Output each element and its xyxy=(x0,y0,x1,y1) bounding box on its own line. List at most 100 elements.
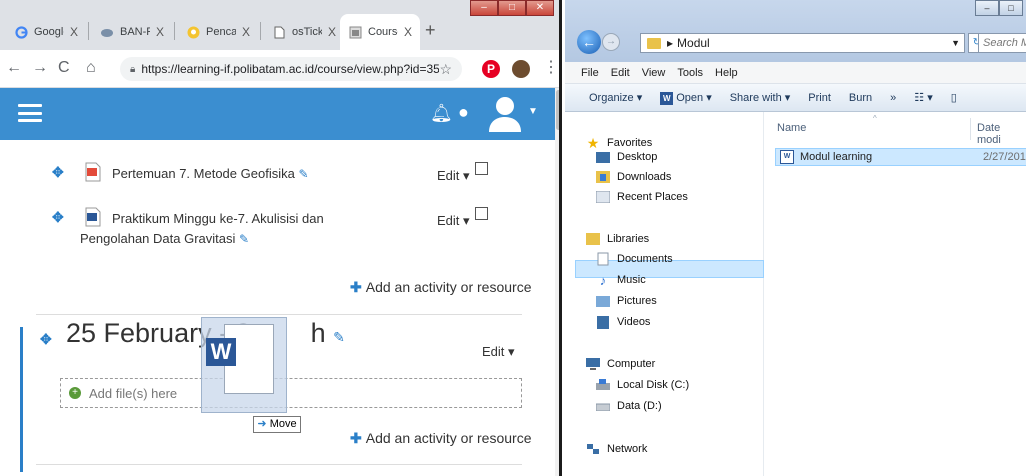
column-divider[interactable] xyxy=(970,118,971,140)
nav-videos[interactable]: Videos xyxy=(595,313,650,331)
more-commands-button[interactable]: » xyxy=(890,92,896,104)
chat-bubble-icon[interactable]: ● xyxy=(458,102,469,123)
tab-strip: Google X BAN-F X Pencar X osTick X Cours… xyxy=(0,0,559,50)
word-document-icon: W xyxy=(780,150,794,164)
minimize-button[interactable]: – xyxy=(975,0,999,16)
nav-local-disk[interactable]: Local Disk (C:) xyxy=(595,376,689,394)
tab-ban[interactable]: BAN-F X xyxy=(92,14,172,50)
menu-help[interactable]: Help xyxy=(715,67,738,79)
word-icon: W xyxy=(660,91,674,105)
edit-menu[interactable]: Edit ▾ xyxy=(482,344,515,360)
completion-checkbox[interactable] xyxy=(475,162,488,175)
address-bar[interactable]: ▸ Modul ▼ xyxy=(640,33,965,53)
network-icon xyxy=(585,442,601,456)
pencil-icon[interactable]: ✎ xyxy=(333,329,345,345)
edit-menu[interactable]: Edit ▾ xyxy=(437,213,470,229)
nav-downloads[interactable]: Downloads xyxy=(595,168,671,186)
nav-libraries[interactable]: Libraries xyxy=(585,230,649,248)
forward-arrow-icon[interactable]: → xyxy=(602,33,620,51)
maximize-button[interactable]: □ xyxy=(999,0,1023,16)
moodle-icon xyxy=(348,25,362,39)
music-icon: ♪ xyxy=(599,272,607,288)
column-header-date[interactable]: Date modi xyxy=(977,122,1026,146)
bell-icon[interactable]: 🔔︎ xyxy=(430,103,453,124)
scrollbar[interactable] xyxy=(555,88,559,476)
burn-button[interactable]: Burn xyxy=(849,92,872,104)
close-icon[interactable]: X xyxy=(70,25,78,39)
search-input[interactable]: Search Mo xyxy=(978,33,1026,53)
hard-drive-icon xyxy=(595,378,611,392)
menu-view[interactable]: View xyxy=(642,67,666,79)
kebab-menu-icon[interactable]: ⋮ xyxy=(543,57,559,77)
pencil-icon[interactable]: ✎ xyxy=(298,167,308,181)
extension-icon[interactable] xyxy=(512,60,530,78)
window-controls: – □ xyxy=(975,0,1023,16)
star-icon[interactable]: ☆ xyxy=(439,61,452,78)
nav-network[interactable]: Network xyxy=(585,440,647,458)
nav-computer[interactable]: Computer xyxy=(585,355,655,373)
open-button[interactable]: W Open ▾ xyxy=(660,91,712,105)
menu-edit[interactable]: Edit xyxy=(611,67,630,79)
file-row[interactable]: W Modul learning 2/27/2019 xyxy=(775,148,1026,166)
chevron-down-icon[interactable]: ▼ xyxy=(528,106,538,117)
file-name: Modul learning xyxy=(800,151,873,163)
pinterest-icon[interactable]: P xyxy=(482,60,500,78)
close-window-button[interactable]: ✕ xyxy=(526,0,554,16)
menu-file[interactable]: File xyxy=(581,67,599,79)
browser-toolbar: ← → C ⌂ 🔒︎ https://learning-if.polibatam… xyxy=(0,50,559,88)
home-icon[interactable]: ⌂ xyxy=(86,59,96,77)
nav-pictures[interactable]: Pictures xyxy=(595,292,657,310)
tab-title: osTick xyxy=(292,26,322,38)
tab-pencarian[interactable]: Pencar X xyxy=(178,14,258,50)
close-icon[interactable]: X xyxy=(328,25,336,39)
column-header-name[interactable]: Name xyxy=(777,122,806,134)
close-icon[interactable]: X xyxy=(242,25,250,39)
arrow-right-icon: ➜ xyxy=(257,418,267,430)
organize-button[interactable]: Organize ▾ xyxy=(589,91,642,104)
nav-desktop[interactable]: Desktop xyxy=(595,148,657,166)
tab-title: BAN-F xyxy=(120,26,150,38)
back-arrow-icon[interactable]: ← xyxy=(6,59,22,77)
move-handle-icon[interactable]: ✥ xyxy=(40,331,52,348)
move-handle-icon[interactable]: ✥ xyxy=(52,164,64,181)
maximize-button[interactable]: □ xyxy=(498,0,526,16)
close-icon[interactable]: X xyxy=(404,25,412,39)
tab-osticket[interactable]: osTick X xyxy=(264,14,344,50)
nav-documents[interactable]: Documents xyxy=(595,250,673,268)
google-icon xyxy=(14,25,28,39)
add-activity-link[interactable]: ✚ Add an activity or resource xyxy=(350,430,531,447)
pictures-icon xyxy=(595,294,611,308)
sort-arrow-icon: ^ xyxy=(873,114,877,123)
reload-icon[interactable]: C xyxy=(58,59,70,77)
file-dropzone[interactable]: + Add file(s) here xyxy=(60,378,522,408)
forward-arrow-icon[interactable]: → xyxy=(32,59,48,77)
tab-title: Google xyxy=(34,26,64,38)
documents-icon xyxy=(595,252,611,266)
nav-data-disk[interactable]: Data (D:) xyxy=(595,397,662,415)
preview-pane-icon[interactable]: ▯ xyxy=(951,91,957,104)
menu-tools[interactable]: Tools xyxy=(677,67,703,79)
activity-link[interactable]: Praktikum Minggu ke-7. Akulisisi dan Pen… xyxy=(80,209,400,249)
move-handle-icon[interactable]: ✥ xyxy=(52,209,64,226)
tab-course[interactable]: Course X xyxy=(340,14,420,50)
section-highlight-bar xyxy=(20,327,23,472)
pencil-icon[interactable]: ✎ xyxy=(239,232,249,246)
nav-recent[interactable]: Recent Places xyxy=(595,188,688,206)
tab-google[interactable]: Google X xyxy=(6,14,86,50)
print-button[interactable]: Print xyxy=(808,92,831,104)
hamburger-menu-icon[interactable] xyxy=(18,104,42,122)
nav-music[interactable]: ♪ Music xyxy=(595,271,646,289)
minimize-button[interactable]: – xyxy=(470,0,498,16)
view-options-icon[interactable]: ☷ ▾ xyxy=(914,91,932,104)
completion-checkbox[interactable] xyxy=(475,207,488,220)
add-activity-link[interactable]: ✚ Add an activity or resource xyxy=(350,279,531,296)
activity-link[interactable]: Pertemuan 7. Metode Geofisika ✎ xyxy=(112,164,309,184)
close-icon[interactable]: X xyxy=(156,25,164,39)
user-avatar-icon[interactable] xyxy=(487,94,523,132)
edit-menu[interactable]: Edit ▾ xyxy=(437,168,470,184)
chevron-down-icon[interactable]: ▼ xyxy=(951,38,960,48)
back-arrow-icon[interactable]: ← xyxy=(577,30,601,54)
new-tab-button[interactable]: + xyxy=(425,20,436,41)
address-bar[interactable]: 🔒︎ https://learning-if.polibatam.ac.id/c… xyxy=(120,57,462,81)
share-button[interactable]: Share with ▾ xyxy=(730,91,791,104)
